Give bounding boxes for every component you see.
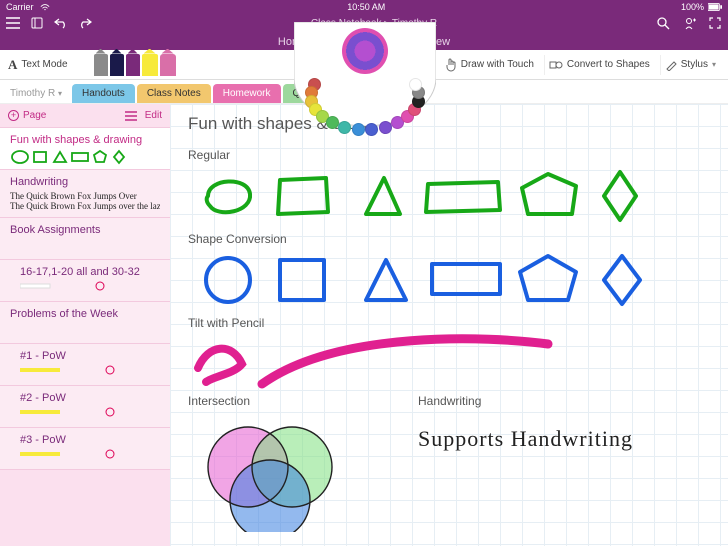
page-item-handwriting[interactable]: Handwriting The Quick Brown Fox Jumps Ov…: [0, 170, 170, 218]
page-item-pow3[interactable]: #3 - PoW: [0, 428, 170, 470]
section-regular-label: Regular: [188, 148, 710, 162]
venn-diagram: [188, 412, 358, 532]
page-item-fun-shapes[interactable]: Fun with shapes & drawing: [0, 128, 170, 170]
text-mode-icon: A: [8, 57, 17, 73]
text-mode-button[interactable]: A Text Mode: [8, 57, 68, 73]
section-tilt-label: Tilt with Pencil: [188, 316, 710, 330]
text-mode-label: Text Mode: [21, 59, 67, 70]
page-preview: [10, 149, 160, 163]
page-item-pow1[interactable]: #1 - PoW: [0, 344, 170, 386]
color-swatch[interactable]: [379, 121, 392, 134]
stylus-icon: [665, 59, 677, 71]
color-swatch[interactable]: [338, 121, 351, 134]
ios-status-bar: Carrier 10:50 AM 100%: [0, 0, 728, 14]
fullscreen-icon[interactable]: [708, 16, 722, 30]
tilt-row: [188, 334, 710, 390]
battery-icon: [708, 0, 722, 14]
color-picker-popover[interactable]: [294, 22, 436, 126]
chevron-down-icon: ▾: [58, 89, 62, 98]
pen-highlighter[interactable]: [142, 54, 158, 76]
chevron-down-icon: ▾: [712, 60, 716, 69]
redo-icon[interactable]: [78, 16, 92, 30]
carrier-label: Carrier: [6, 2, 34, 12]
color-preview-rings: [342, 28, 388, 74]
shapes-icon: [549, 59, 563, 71]
share-icon[interactable]: [682, 16, 696, 30]
page-item-1617[interactable]: 16-17,1-20 all and 30-32: [0, 260, 170, 302]
page-item-pow2[interactable]: #2 - PoW: [0, 386, 170, 428]
battery-label: 100%: [681, 2, 704, 12]
pen-eraser[interactable]: [160, 54, 176, 76]
finger-icon: [445, 58, 457, 72]
converted-shapes-row: [188, 250, 710, 312]
stylus-button[interactable]: Stylus ▾: [660, 55, 720, 75]
draw-with-touch-button[interactable]: Draw with Touch: [441, 55, 538, 75]
search-icon[interactable]: [656, 16, 670, 30]
edit-pages-button[interactable]: Edit: [145, 110, 162, 121]
plus-icon: +: [8, 110, 19, 121]
pen-purple[interactable]: [126, 54, 140, 76]
tab-class-notes[interactable]: Class Notes: [137, 84, 211, 103]
clock-label: 10:50 AM: [347, 2, 385, 12]
tab-handouts[interactable]: Handouts: [72, 84, 135, 103]
list-view-icon[interactable]: [125, 111, 137, 121]
page-item-pow[interactable]: Problems of the Week: [0, 302, 170, 344]
note-canvas[interactable]: Fun with shapes & drawing Regular Shape …: [170, 104, 728, 546]
page-title: Fun with shapes & drawing: [188, 114, 710, 134]
page-item-book-assignments[interactable]: Book Assignments: [0, 218, 170, 260]
wifi-icon: [38, 0, 52, 14]
handwriting-sample: Supports Handwriting: [418, 426, 633, 452]
regular-shapes-row: [188, 166, 710, 228]
section-intersection-label: Intersection: [188, 394, 358, 408]
page-sidebar: + Page Edit Fun with shapes & drawing: [0, 104, 170, 546]
notebook-name-label[interactable]: Timothy R ▾: [4, 88, 72, 103]
pen-gray[interactable]: [94, 54, 108, 76]
section-handwriting-label: Handwriting: [418, 394, 633, 408]
hamburger-icon[interactable]: [6, 16, 20, 30]
pen-tray: [94, 54, 176, 76]
pen-navy[interactable]: [110, 54, 124, 76]
add-page-button[interactable]: + Page: [8, 110, 46, 121]
tab-homework[interactable]: Homework: [213, 84, 281, 103]
convert-to-shapes-button[interactable]: Convert to Shapes: [544, 55, 654, 75]
color-swatch[interactable]: [352, 123, 365, 136]
notebook-icon[interactable]: [30, 16, 44, 30]
undo-icon[interactable]: [54, 16, 68, 30]
section-shape-conversion-label: Shape Conversion: [188, 232, 710, 246]
